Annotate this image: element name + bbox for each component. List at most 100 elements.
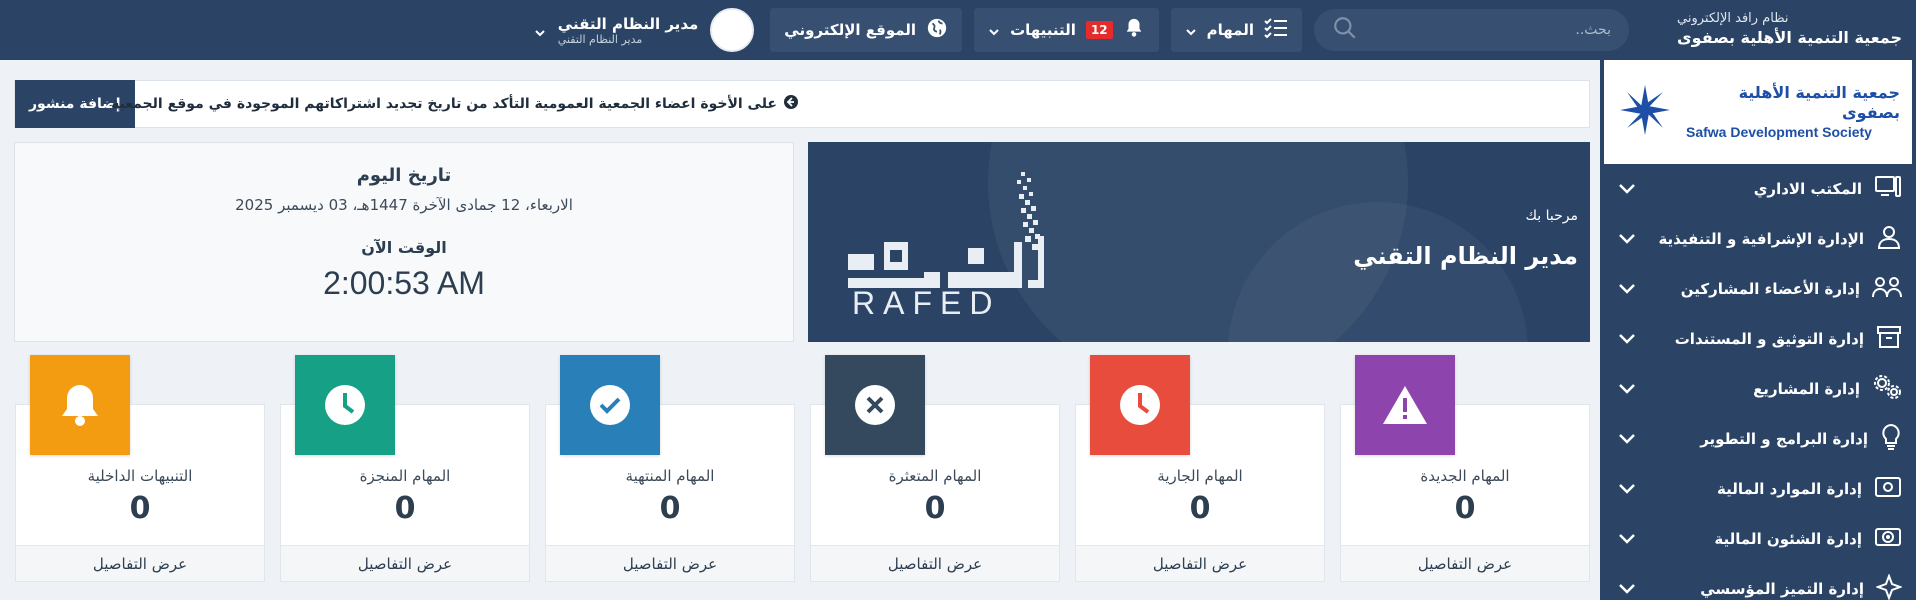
view-details-link[interactable]: عرض التفاصيل xyxy=(811,545,1059,581)
ticker-text: على الأخوة اعضاء الجمعية العمومية التأكد… xyxy=(111,96,777,112)
gears-icon xyxy=(1872,374,1902,404)
notifications-button[interactable]: 12 التنبيهات xyxy=(974,8,1159,52)
stat-value: 0 xyxy=(394,491,416,526)
check-circle-icon xyxy=(560,355,660,455)
ticker-message: على الأخوة اعضاء الجمعية العمومية التأكد… xyxy=(111,94,799,114)
view-details-link[interactable]: عرض التفاصيل xyxy=(546,545,794,581)
sidebar-item-programs[interactable]: إدارة البرامج و التطوير xyxy=(1600,414,1916,464)
logo-text: جمعية التنمية الأهلية بصفوى Safwa Develo… xyxy=(1686,83,1900,141)
rafed-logo-text: RAFED xyxy=(852,285,1000,316)
today-title: تاريخ اليوم xyxy=(356,165,452,186)
org-logo: جمعية التنمية الأهلية بصفوى Safwa Develo… xyxy=(1604,60,1912,164)
org-name: جمعية التنمية الأهلية بصفوى xyxy=(1677,28,1902,47)
time-title: الوقت الآن xyxy=(361,238,447,257)
sidebar-item-admin-office[interactable]: المكتب الاداري xyxy=(1600,164,1916,214)
tasks-icon xyxy=(1264,17,1288,43)
stat-card-finished-tasks: المهام المنتهية 0 عرض التفاصيل xyxy=(545,355,795,582)
stat-title: التنبيهات الداخلية xyxy=(87,467,193,485)
welcome-user-name: مدير النظام التقني xyxy=(1353,242,1578,270)
sidebar-item-financial-affairs[interactable]: إدارة الشئون المالية xyxy=(1600,514,1916,564)
stat-title: المهام المتعثرة xyxy=(888,467,982,485)
stat-card-completed-tasks: المهام المنجزة 0 عرض التفاصيل xyxy=(280,355,530,582)
stat-value: 0 xyxy=(924,491,946,526)
search-box xyxy=(1314,9,1629,51)
globe-icon xyxy=(926,17,948,43)
stat-card-stalled-tasks: المهام المتعثرة 0 عرض التفاصيل xyxy=(810,355,1060,582)
users-icon xyxy=(1872,275,1902,303)
bell-icon xyxy=(30,355,130,455)
warning-icon xyxy=(1355,355,1455,455)
user-names: مدير النظام التقني مدير النظام التقني xyxy=(558,15,699,46)
chevron-down-icon xyxy=(1618,430,1636,449)
sidebar-item-supervisory[interactable]: الإدارة الإشرافية و التنفيذية xyxy=(1600,214,1916,264)
user-name: مدير النظام التقني xyxy=(557,14,699,33)
sidebar-item-label: الإدارة الإشرافية و التنفيذية xyxy=(1658,230,1864,248)
today-date: الاربعاء، 12 جمادى الآخرة 1447هـ، 03 ديس… xyxy=(235,196,573,214)
stat-value: 0 xyxy=(659,491,681,526)
sidebar-item-label: إدارة التوثيق و المستندات xyxy=(1674,330,1864,348)
welcome-panel: مرحبا بك مدير النظام التقني RAFED xyxy=(808,142,1590,342)
chevron-down-icon xyxy=(1618,480,1636,499)
view-details-link[interactable]: عرض التفاصيل xyxy=(1341,545,1589,581)
cash-icon xyxy=(1874,525,1902,553)
website-label: الموقع الإلكتروني xyxy=(784,21,917,39)
tasks-label: المهام xyxy=(1206,21,1254,39)
chevron-down-icon xyxy=(1618,280,1636,299)
notifications-label: التنبيهات xyxy=(1010,21,1076,39)
stat-value: 0 xyxy=(1189,491,1211,526)
clock-icon xyxy=(1090,355,1190,455)
sidebar-item-label: إدارة الأعضاء المشاركين xyxy=(1680,280,1860,298)
website-button[interactable]: الموقع الإلكتروني xyxy=(770,8,963,52)
stat-title: المهام المنجزة xyxy=(359,467,451,485)
system-name: نظام رافد الإلكتروني xyxy=(1677,11,1789,26)
sidebar-item-members[interactable]: إدارة الأعضاء المشاركين xyxy=(1600,264,1916,314)
sparkle-icon xyxy=(1875,573,1903,600)
sidebar-item-projects[interactable]: إدارة المشاريع xyxy=(1600,364,1916,414)
sidebar-item-label: إدارة الشئون المالية xyxy=(1714,530,1862,548)
tasks-button[interactable]: المهام xyxy=(1170,8,1302,52)
archive-icon xyxy=(1876,325,1902,353)
search-icon[interactable] xyxy=(1332,15,1358,45)
stat-title: المهام المنتهية xyxy=(625,467,715,485)
search-input[interactable] xyxy=(1381,22,1611,38)
chevron-down-icon xyxy=(1618,330,1636,349)
chevron-down-icon xyxy=(1618,180,1636,199)
news-ticker: إضافة منشور على الأخوة اعضاء الجمعية الع… xyxy=(14,80,1590,128)
user-menu[interactable]: مدير النظام التقني مدير النظام التقني xyxy=(534,8,755,52)
arrow-circle-left-icon xyxy=(783,94,799,114)
sidebar-item-label: إدارة الموارد المالية xyxy=(1717,480,1862,498)
view-details-link[interactable]: عرض التفاصيل xyxy=(1076,545,1324,581)
bell-icon xyxy=(1123,17,1145,43)
user-role: مدير النظام التقني xyxy=(557,32,643,46)
chevron-down-icon[interactable] xyxy=(534,24,546,37)
money-icon xyxy=(1874,475,1902,503)
stat-card-internal-notifications: التنبيهات الداخلية 0 عرض التفاصيل xyxy=(15,355,265,582)
chevron-down-icon xyxy=(988,24,1000,36)
sidebar-item-financial-resources[interactable]: إدارة الموارد المالية xyxy=(1600,464,1916,514)
logo-text-english: Safwa Development Society xyxy=(1686,124,1872,140)
user-icon xyxy=(1876,224,1902,254)
sidebar-item-label: إدارة المشاريع xyxy=(1753,380,1860,398)
chevron-down-icon xyxy=(1185,24,1197,36)
sidebar-item-excellence[interactable]: إدارة التميز المؤسسي xyxy=(1600,564,1916,600)
welcome-greeting: مرحبا بك xyxy=(1525,208,1578,224)
x-circle-icon xyxy=(825,355,925,455)
view-details-link[interactable]: عرض التفاصيل xyxy=(16,545,264,581)
sidebar-item-documents[interactable]: إدارة التوثيق و المستندات xyxy=(1600,314,1916,364)
chevron-down-icon xyxy=(1618,380,1636,399)
stat-card-new-tasks: المهام الجديدة 0 عرض التفاصيل xyxy=(1340,355,1590,582)
current-time: 2:00:53 AM xyxy=(323,265,485,301)
chevron-down-icon xyxy=(1618,230,1636,249)
stat-value: 0 xyxy=(129,491,151,526)
stat-title: المهام الجارية xyxy=(1157,467,1243,485)
sidebar-item-label: المكتب الاداري xyxy=(1753,180,1862,198)
clock-icon xyxy=(295,355,395,455)
view-details-link[interactable]: عرض التفاصيل xyxy=(281,545,529,581)
logo-text-arabic: جمعية التنمية الأهلية بصفوى xyxy=(1738,83,1900,122)
rafed-logo: RAFED xyxy=(828,166,1058,321)
avatar[interactable] xyxy=(710,8,755,52)
sidebar-item-label: إدارة البرامج و التطوير xyxy=(1700,430,1868,448)
stat-value: 0 xyxy=(1454,491,1476,526)
stats-cards: المهام الجديدة 0 عرض التفاصيل المهام الج… xyxy=(14,354,1590,584)
chevron-down-icon xyxy=(1618,580,1636,599)
